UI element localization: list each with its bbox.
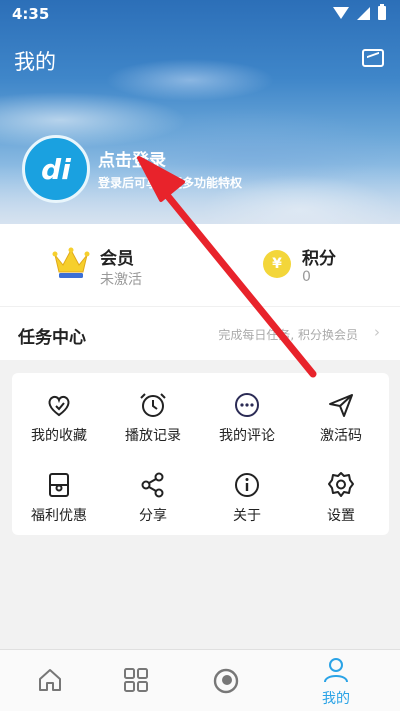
grid-label: 福利优惠 bbox=[31, 508, 87, 524]
page-title: 我的 bbox=[14, 50, 56, 74]
comment-icon bbox=[235, 393, 259, 417]
avatar-logo: di bbox=[41, 152, 71, 186]
grid-icon bbox=[124, 668, 148, 692]
task-center-row[interactable]: 任务中心 完成每日任务, 积分换会员 › bbox=[0, 306, 400, 360]
home-icon bbox=[39, 669, 61, 691]
login-button[interactable]: 点击登录 bbox=[98, 146, 166, 171]
points-label[interactable]: 积分 bbox=[302, 244, 336, 269]
tab-category[interactable] bbox=[86, 650, 186, 711]
chevron-right-icon: › bbox=[374, 323, 380, 341]
send-icon bbox=[329, 394, 353, 417]
task-center-hint: 完成每日任务, 积分换会员 bbox=[218, 328, 358, 342]
profile-header: 4:35 我的 di 点击登录 登录后可享受更多功能特权 bbox=[0, 0, 400, 224]
tab-home[interactable] bbox=[0, 650, 100, 711]
grid-label: 激活码 bbox=[320, 428, 362, 444]
grid-item-comments[interactable]: 我的评论 bbox=[200, 381, 294, 453]
coin-icon: ¥ bbox=[263, 250, 291, 278]
share-icon bbox=[141, 472, 164, 498]
task-center-title: 任务中心 bbox=[18, 328, 86, 348]
battery-icon bbox=[378, 4, 386, 20]
feature-grid: 我的收藏 播放记录 我的评论 激活码 福利优惠 分享 关于 设置 bbox=[12, 373, 389, 535]
background-image-icon[interactable] bbox=[362, 49, 384, 67]
grid-item-about[interactable]: 关于 bbox=[200, 461, 294, 533]
status-bar: 4:35 bbox=[0, 0, 400, 28]
record-icon bbox=[213, 668, 239, 694]
heart-icon bbox=[48, 395, 70, 417]
user-icon bbox=[324, 658, 348, 683]
grid-item-share[interactable]: 分享 bbox=[106, 461, 200, 533]
info-icon bbox=[235, 473, 259, 497]
tab-mine-label: 我的 bbox=[322, 691, 350, 707]
gift-icon bbox=[49, 473, 69, 497]
bottom-tab-bar: 我的 bbox=[0, 649, 400, 711]
clock-icon bbox=[140, 393, 166, 417]
grid-label: 我的评论 bbox=[219, 428, 275, 444]
tab-discover[interactable] bbox=[176, 650, 276, 711]
grid-label: 我的收藏 bbox=[31, 428, 87, 444]
wifi-icon bbox=[333, 7, 349, 19]
grid-item-benefits[interactable]: 福利优惠 bbox=[12, 461, 106, 533]
login-subtitle: 登录后可享受更多功能特权 bbox=[98, 176, 243, 190]
vip-label[interactable]: 会员 bbox=[100, 244, 134, 269]
avatar[interactable]: di bbox=[22, 135, 90, 203]
grid-label: 设置 bbox=[327, 508, 355, 524]
grid-item-activation-code[interactable]: 激活码 bbox=[294, 381, 388, 453]
vip-status: 未激活 bbox=[100, 272, 142, 288]
gear-icon bbox=[328, 472, 354, 497]
coin-symbol: ¥ bbox=[272, 256, 282, 272]
crown-icon bbox=[52, 247, 90, 278]
grid-item-favorites[interactable]: 我的收藏 bbox=[12, 381, 106, 453]
grid-label: 关于 bbox=[233, 508, 261, 524]
status-time: 4:35 bbox=[12, 5, 50, 23]
grid-item-history[interactable]: 播放记录 bbox=[106, 381, 200, 453]
signal-icon bbox=[357, 6, 370, 20]
grid-label: 分享 bbox=[139, 508, 167, 524]
grid-label: 播放记录 bbox=[125, 428, 181, 444]
grid-item-settings[interactable]: 设置 bbox=[294, 461, 388, 533]
points-value: 0 bbox=[302, 269, 311, 285]
system-icons bbox=[333, 4, 386, 20]
member-row: 会员 未激活 ¥ 积分 0 bbox=[0, 224, 400, 306]
tab-mine[interactable]: 我的 bbox=[286, 650, 386, 711]
